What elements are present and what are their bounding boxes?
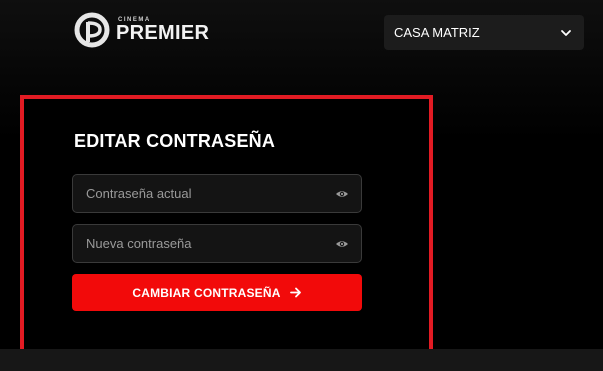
- current-password-input[interactable]: [86, 186, 335, 201]
- chevron-down-icon: [561, 29, 571, 36]
- edit-password-panel: EDITAR CONTRASEÑA CAMBIAR CONTRASEÑA: [20, 95, 433, 358]
- panel-title: EDITAR CONTRASEÑA: [74, 131, 276, 151]
- logo-mark-icon: [74, 12, 110, 48]
- change-password-button-label: CAMBIAR CONTRASEÑA: [132, 285, 281, 300]
- change-password-page: CINEMA PREMIER CASA MATRIZ EDITAR CONTRA…: [0, 0, 603, 371]
- cinema-premier-logo[interactable]: CINEMA PREMIER: [74, 12, 224, 48]
- change-password-button[interactable]: CAMBIAR CONTRASEÑA: [72, 274, 362, 311]
- branch-select[interactable]: CASA MATRIZ: [384, 15, 584, 50]
- current-password-field[interactable]: [72, 174, 362, 213]
- new-password-field[interactable]: [72, 224, 362, 263]
- logo-text: CINEMA PREMIER: [116, 12, 224, 48]
- eye-icon[interactable]: [335, 187, 349, 201]
- branch-select-value: CASA MATRIZ: [394, 25, 480, 40]
- footer-strip: [0, 349, 603, 371]
- logo-brand-text: PREMIER: [116, 22, 210, 44]
- arrow-right-icon: [289, 287, 301, 298]
- eye-icon[interactable]: [335, 237, 349, 251]
- new-password-input[interactable]: [86, 236, 335, 251]
